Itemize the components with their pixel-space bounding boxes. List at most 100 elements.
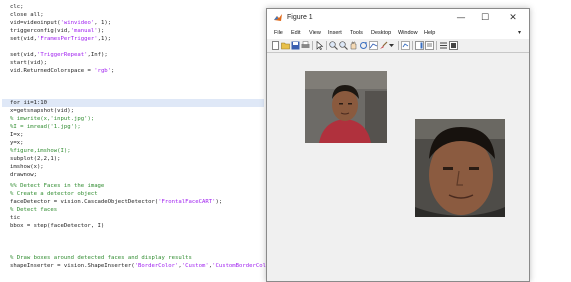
webcam-snapshot-image	[305, 71, 387, 143]
code-token: set(vid,	[10, 52, 37, 58]
menu-window[interactable]: Window	[398, 29, 418, 37]
hide-plot-tools-icon[interactable]	[439, 41, 448, 50]
menu-help[interactable]: Help	[424, 29, 435, 37]
insert-colorbar-icon[interactable]	[415, 41, 424, 50]
code-comment-line[interactable]: %% Detect Faces in the image	[10, 182, 104, 190]
code-token: ;	[111, 68, 115, 74]
code-token: ,1);	[97, 36, 112, 42]
code-line[interactable]: vid=videoinput('winvideo', 1);	[10, 19, 111, 27]
menu-tools[interactable]: Tools	[350, 29, 363, 37]
code-line[interactable]: for ii=1:10	[10, 99, 47, 107]
save-icon[interactable]	[291, 41, 300, 50]
code-comment-line[interactable]: %figure,imshow(I);	[10, 147, 71, 155]
close-button[interactable]: ✕	[503, 10, 523, 26]
figure-window[interactable]: Figure 1 — ☐ ✕ File Edit View Insert Too…	[266, 8, 530, 282]
figure-canvas[interactable]	[267, 53, 529, 281]
data-cursor-icon[interactable]	[369, 41, 378, 50]
show-plot-tools-icon[interactable]	[449, 41, 458, 50]
figure-menu-bar: File Edit View Insert Tools Desktop Wind…	[267, 27, 529, 39]
matlab-logo-icon	[274, 14, 282, 21]
pan-hand-icon[interactable]	[349, 41, 358, 50]
figure-title-bar[interactable]: Figure 1 — ☐ ✕	[267, 9, 529, 27]
menu-overflow-icon[interactable]: ▾	[518, 29, 521, 37]
code-line[interactable]: vid.ReturnedColorspace = 'rgb';	[10, 67, 114, 75]
code-token: ,Inf);	[87, 52, 108, 58]
code-token: for ii=1:10	[10, 100, 48, 106]
code-comment-line[interactable]: % Create a detector object	[10, 190, 98, 198]
code-string-token: 'BorderColor'	[134, 263, 179, 269]
code-line[interactable]: faceDetector = vision.CascadeObjectDetec…	[10, 198, 222, 206]
code-token: tic	[10, 215, 21, 221]
code-line[interactable]: start(vid);	[10, 59, 47, 67]
toolbar-separator	[312, 41, 313, 50]
zoom-out-icon[interactable]	[339, 41, 348, 50]
code-token: % Draw boxes around detected faces and d…	[10, 255, 192, 261]
code-token: shapeInserter = vision.ShapeInserter(	[10, 263, 135, 269]
edit-plot-arrow-icon[interactable]	[315, 41, 324, 50]
figure-toolbar	[267, 39, 529, 53]
code-string-token: 'Custom'	[181, 263, 209, 269]
menu-edit[interactable]: Edit	[291, 29, 300, 37]
code-string-token: 'FrontalFaceCART'	[158, 199, 216, 205]
code-token: clc;	[10, 4, 24, 10]
code-token: set(vid,	[10, 36, 37, 42]
code-string-token: 'FramesPerTrigger'	[36, 36, 98, 42]
code-comment-line[interactable]: %I = imread('1.jpg');	[10, 123, 81, 131]
code-token: );	[215, 199, 223, 205]
print-icon[interactable]	[301, 41, 310, 50]
code-line[interactable]: subplot(2,2,1);	[10, 155, 61, 163]
code-token: y=x;	[10, 140, 24, 146]
code-token: triggerconfig(vid,	[10, 28, 71, 34]
menu-file[interactable]: File	[274, 29, 283, 37]
code-token: I=x;	[10, 132, 24, 138]
toolbar-separator	[398, 41, 399, 50]
maximize-button[interactable]: ☐	[475, 10, 495, 26]
code-string-token: 'TriggerRepeat'	[36, 52, 88, 58]
code-line[interactable]: set(vid,'FramesPerTrigger',1);	[10, 35, 111, 43]
figure-title: Figure 1	[287, 14, 313, 21]
code-token: imshow(x);	[10, 164, 44, 170]
code-string-token: 'winvideo'	[60, 20, 95, 26]
code-line[interactable]: drawnow;	[10, 171, 37, 179]
code-token: %I = imread('1.jpg');	[10, 124, 81, 130]
code-line[interactable]: tic	[10, 214, 20, 222]
zoom-in-icon[interactable]	[329, 41, 338, 50]
code-token: bbox = step(faceDetector, I)	[10, 223, 105, 229]
code-token: start(vid);	[10, 60, 48, 66]
detected-face-image	[415, 119, 505, 217]
code-line[interactable]: y=x;	[10, 139, 23, 147]
code-line[interactable]: imshow(x);	[10, 163, 44, 171]
open-file-icon[interactable]	[281, 41, 290, 50]
code-line[interactable]: set(vid,'TriggerRepeat',Inf);	[10, 51, 108, 59]
code-comment-line[interactable]: % Detect faces	[10, 206, 57, 214]
link-plot-icon[interactable]	[401, 41, 410, 50]
code-line[interactable]: I=x;	[10, 131, 23, 139]
code-token: vid=videoinput(	[10, 20, 61, 26]
code-token: close all;	[10, 12, 44, 18]
code-token: %% Detect Faces in the image	[10, 183, 105, 189]
code-comment-line[interactable]: % Draw boxes around detected faces and d…	[10, 254, 192, 262]
code-line[interactable]: triggerconfig(vid,'manual');	[10, 27, 104, 35]
toolbar-separator	[412, 41, 413, 50]
menu-desktop[interactable]: Desktop	[371, 29, 391, 37]
code-comment-line[interactable]: % imwrite(x,'input.jpg');	[10, 115, 94, 123]
code-token: % Detect faces	[10, 207, 58, 213]
insert-legend-icon[interactable]	[425, 41, 434, 50]
toolbar-separator	[436, 41, 437, 50]
new-figure-icon[interactable]	[271, 41, 280, 50]
code-line[interactable]: x=getsnapshot(vid);	[10, 107, 74, 115]
minimize-button[interactable]: —	[451, 10, 471, 26]
code-line[interactable]: close all;	[10, 11, 44, 19]
code-string-token: 'rgb'	[94, 68, 112, 74]
code-token: % Create a detector object	[10, 191, 98, 197]
menu-insert[interactable]: Insert	[328, 29, 342, 37]
code-token: vid.ReturnedColorspace =	[10, 68, 95, 74]
menu-view[interactable]: View	[309, 29, 321, 37]
code-token: % imwrite(x,'input.jpg');	[10, 116, 95, 122]
code-line[interactable]: clc;	[10, 3, 23, 11]
code-string-token: 'manual'	[70, 28, 98, 34]
code-line[interactable]: bbox = step(faceDetector, I)	[10, 222, 104, 230]
toolbar-separator	[326, 41, 327, 50]
rotate-3d-icon[interactable]	[359, 41, 368, 50]
dropdown-arrow-icon[interactable]	[387, 41, 396, 50]
